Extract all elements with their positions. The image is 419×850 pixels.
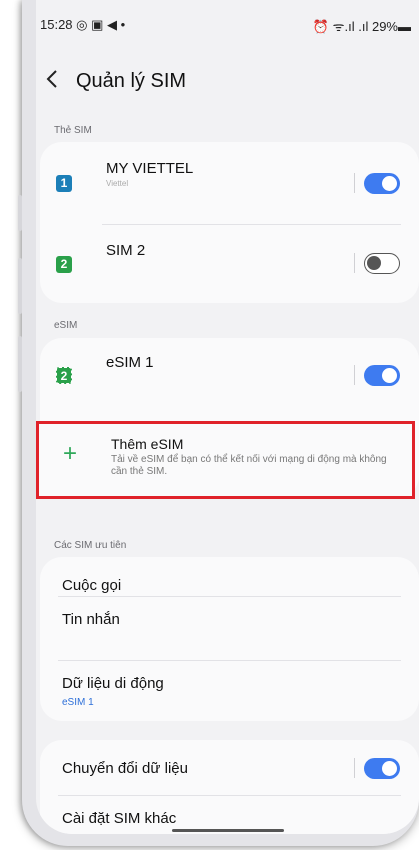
plus-icon: + [63,440,78,467]
sim1-carrier: Viettel [106,179,129,188]
preferred-card: Cuộc gọi Tin nhắn Dữ liệu di động eSIM 1 [40,557,419,721]
calls-item[interactable]: Cuộc gọi [62,577,121,594]
add-esim-description: Tải về eSIM để bạn có thể kết nối với mạ… [111,454,387,477]
data-switch-toggle[interactable] [364,758,400,779]
phone-side-button [18,336,22,392]
sim2-name: SIM 2 [106,242,146,259]
divider [354,758,355,778]
page-title: Quản lý SIM [76,69,187,92]
divider [58,596,401,597]
add-esim-button[interactable]: + Thêm eSIM Tải về eSIM để bạn có thể kế… [36,421,415,499]
settings-screen: 15:28 ◎ ▣ ◀ • ⏰ ᯤ.ıl .ıl 29%▬ Quản lý SI… [36,0,419,834]
esim1-name: eSIM 1 [106,354,154,371]
phone-side-button [18,258,22,314]
sim1-icon: 1 [56,175,72,192]
divider [354,365,355,385]
toggle-knob [367,256,381,270]
add-esim-title: Thêm eSIM [111,436,184,452]
page-header: Quản lý SIM [46,66,186,96]
sim1-name: MY VIETTEL [106,160,194,177]
sim2-toggle[interactable] [364,253,400,274]
esim-section-label: eSIM [54,320,78,331]
chevron-left-icon[interactable] [46,68,76,94]
phone-side-button [18,195,22,231]
messages-item[interactable]: Tin nhắn [62,611,120,628]
sim2-icon: 2 [56,256,72,273]
data-switch-item[interactable]: Chuyển đổi dữ liệu [62,760,188,777]
sim-cards-card: 1 MY VIETTEL Viettel 2 SIM 2 [40,142,419,303]
phone-frame: 15:28 ◎ ▣ ◀ • ⏰ ᯤ.ıl .ıl 29%▬ Quản lý SI… [22,0,419,846]
mobile-data-item[interactable]: Dữ liệu di động [62,675,164,692]
divider [354,253,355,273]
esim1-toggle[interactable] [364,365,400,386]
mobile-data-sub: eSIM 1 [62,697,94,708]
other-card: Chuyển đổi dữ liệu Cài đặt SIM khác [40,740,419,834]
status-indicators: ⏰ ᯤ.ıl .ıl 29%▬ [312,19,411,34]
status-time: 15:28 ◎ ▣ ◀ • [40,17,126,32]
home-indicator [172,829,284,832]
divider [58,795,401,796]
toggle-knob [382,368,397,383]
sim1-toggle[interactable] [364,173,400,194]
status-bar: 15:28 ◎ ▣ ◀ • ⏰ ᯤ.ıl .ıl 29%▬ [36,0,419,42]
sim-section-label: Thẻ SIM [54,125,92,136]
divider [102,224,401,225]
esim1-icon: 2 [56,367,72,384]
more-sim-settings-item[interactable]: Cài đặt SIM khác [62,810,176,827]
preferred-section-label: Các SIM ưu tiên [54,540,127,551]
divider [354,173,355,193]
toggle-knob [382,761,397,776]
toggle-knob [382,176,397,191]
divider [58,660,401,661]
